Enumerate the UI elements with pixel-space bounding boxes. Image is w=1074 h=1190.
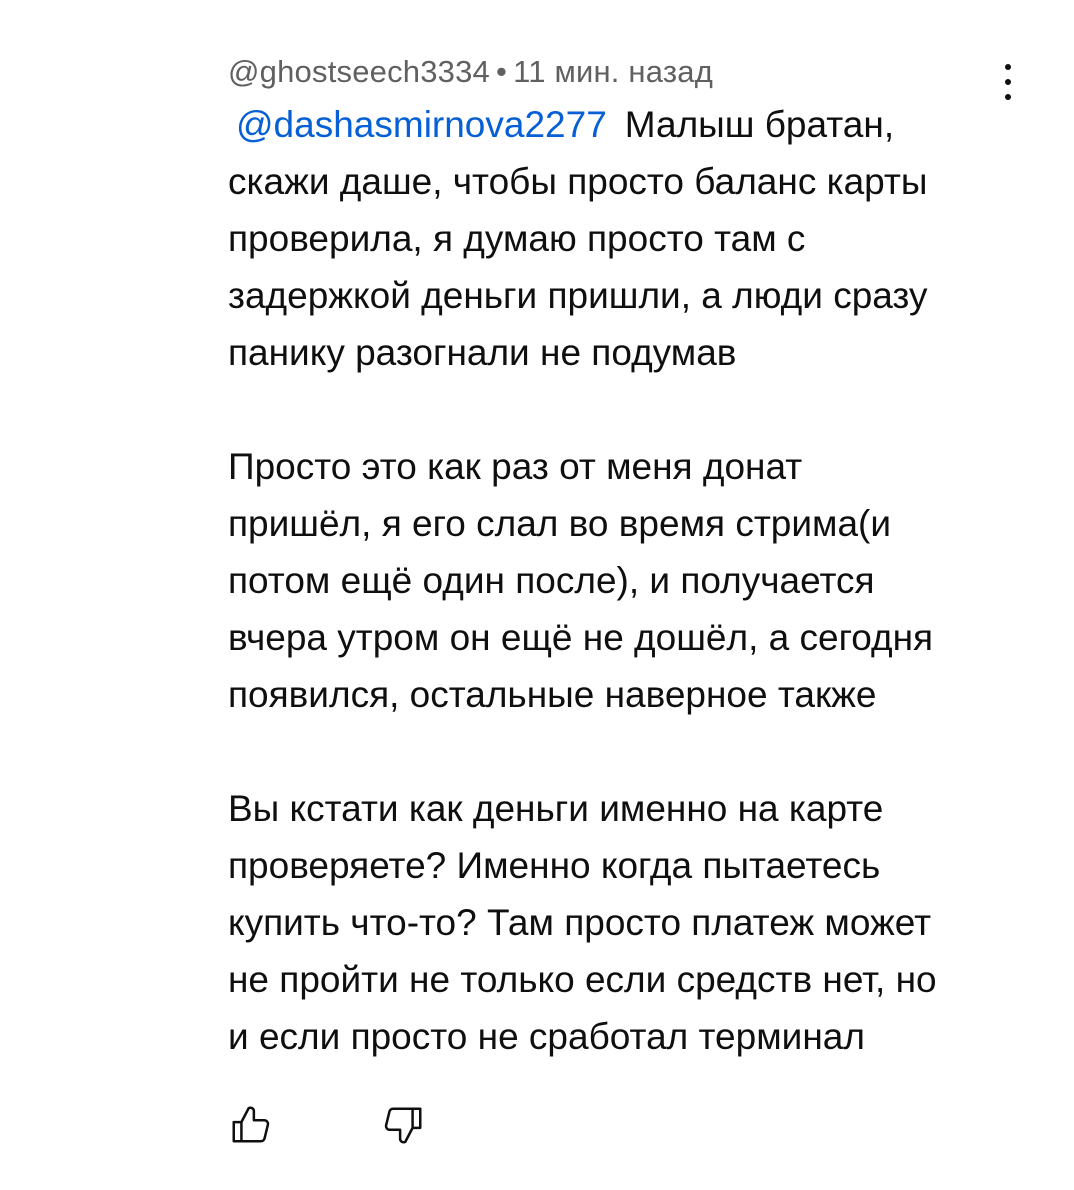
thumbs-up-icon	[232, 1106, 270, 1143]
comment: @ghostseech3334 • 11 мин. назад @dashasmir…	[228, 0, 1011, 1190]
author-handle[interactable]: @ghostseech3334	[228, 54, 490, 89]
more-vertical-icon-dot	[1005, 79, 1011, 85]
mention-link[interactable]: @dashasmirnova2277	[228, 104, 607, 145]
comment-paragraph-2: Просто это как раз от меня донат пришёл,…	[228, 446, 934, 715]
comment-timestamp[interactable]: 11 мин. назад	[513, 54, 713, 89]
comment-text: @dashasmirnova2277 Малыш братан, скажи да…	[228, 96, 1008, 1065]
like-button[interactable]	[228, 1102, 274, 1148]
dislike-button[interactable]	[380, 1102, 426, 1148]
comment-actions	[228, 1102, 528, 1148]
meta-separator: •	[496, 54, 508, 89]
more-vertical-icon	[1005, 64, 1011, 70]
thumbs-down-icon	[384, 1107, 422, 1144]
comment-paragraph-3: Вы кстати как деньги именно на карте про…	[228, 788, 937, 1057]
comment-header: @ghostseech3334 • 11 мин. назад	[228, 52, 713, 92]
